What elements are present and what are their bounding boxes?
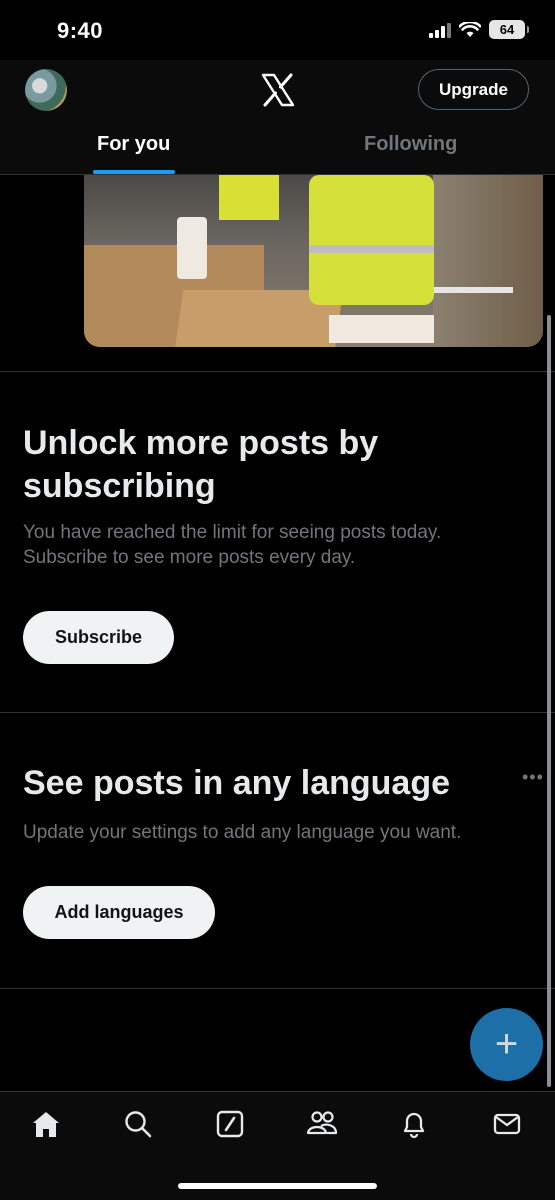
language-promo-description: Update your settings to add any language… — [23, 822, 462, 843]
nav-home[interactable] — [30, 1108, 62, 1140]
messages-icon — [493, 1113, 521, 1135]
subscribe-button[interactable]: Subscribe — [23, 611, 174, 664]
nav-notifications[interactable] — [398, 1108, 430, 1140]
add-languages-button[interactable]: Add languages — [23, 886, 215, 939]
subscribe-promo-title: Unlock more posts by subscribing — [23, 424, 379, 505]
status-icons: 64 — [429, 20, 529, 39]
compose-button[interactable]: + — [470, 1008, 543, 1081]
nav-messages[interactable] — [491, 1108, 523, 1140]
signal-icon — [429, 22, 451, 38]
notifications-icon — [403, 1112, 425, 1139]
feed-divider — [0, 712, 555, 713]
home-icon — [33, 1112, 59, 1137]
battery-icon: 64 — [489, 20, 529, 39]
x-logo-icon — [261, 73, 295, 107]
profile-avatar[interactable] — [25, 69, 67, 111]
bottom-navigation — [0, 1091, 555, 1200]
compose-plus-icon: + — [494, 1022, 519, 1066]
nav-search[interactable] — [122, 1108, 154, 1140]
subscribe-promo-description: You have reached the limit for seeing po… — [23, 522, 442, 568]
nav-communities[interactable] — [306, 1108, 338, 1140]
search-icon — [125, 1111, 152, 1138]
status-time: 9:40 — [57, 18, 104, 43]
scrollbar[interactable] — [547, 315, 551, 1087]
grok-icon — [216, 1110, 244, 1138]
active-tab-indicator — [93, 170, 175, 174]
wifi-icon — [459, 21, 481, 37]
tab-following[interactable]: Following — [364, 133, 457, 156]
home-indicator[interactable] — [178, 1183, 377, 1189]
battery-level: 64 — [499, 22, 515, 37]
upgrade-button[interactable]: Upgrade — [418, 69, 529, 110]
post-media-image[interactable] — [84, 175, 543, 347]
communities-icon — [306, 1111, 338, 1135]
language-promo-title: See posts in any language — [23, 764, 451, 802]
feed-divider — [0, 988, 555, 989]
tab-for-you[interactable]: For you — [97, 133, 170, 156]
nav-grok[interactable] — [214, 1108, 246, 1140]
top-header: Upgrade For you Following — [0, 60, 555, 175]
feed-divider — [0, 371, 555, 372]
status-bar: 9:40 64 — [0, 0, 555, 60]
more-icon[interactable]: ••• — [522, 767, 544, 788]
